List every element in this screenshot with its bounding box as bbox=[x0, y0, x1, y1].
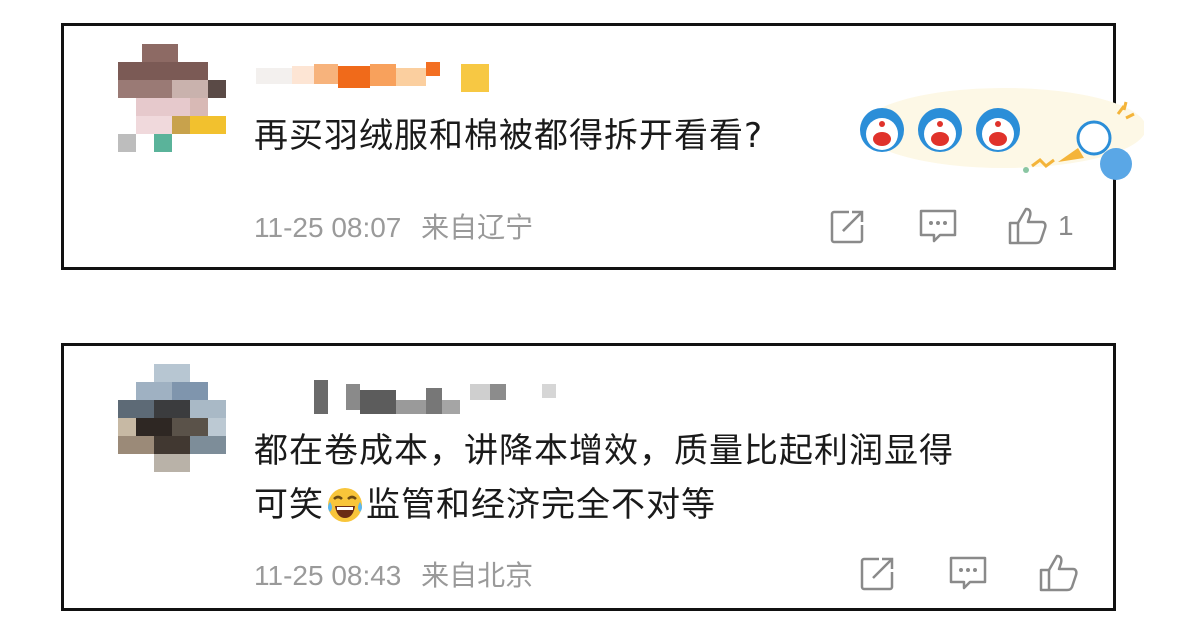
comment-icon bbox=[919, 209, 957, 243]
like-icon bbox=[1008, 207, 1047, 245]
comment-location: 来自辽宁 bbox=[421, 212, 534, 243]
comment-meta: 11-25 08:07 来自辽宁 bbox=[254, 206, 533, 246]
like-count: 1 bbox=[1058, 210, 1074, 241]
username-blurred[interactable] bbox=[256, 62, 516, 94]
comment-time: 11-25 08:43 bbox=[254, 560, 402, 591]
comment-actions: 1 bbox=[826, 204, 1074, 248]
like-button[interactable]: 1 bbox=[1006, 204, 1074, 248]
comment-actions bbox=[856, 551, 1080, 595]
share-icon bbox=[860, 556, 895, 591]
laugh-cry-emoji bbox=[326, 486, 364, 540]
like-icon bbox=[1039, 554, 1078, 592]
comment-time: 11-25 08:07 bbox=[254, 212, 402, 243]
comment-button[interactable] bbox=[916, 204, 960, 248]
comment-text: 再买羽绒服和棉被都得拆开看看? bbox=[254, 116, 764, 156]
comment-card: 都在卷成本，讲降本增效，质量比起利润显得 可笑 监管和经济完全不对等 11-25… bbox=[61, 343, 1116, 611]
username-blurred[interactable] bbox=[256, 380, 556, 414]
avatar[interactable] bbox=[118, 44, 226, 152]
avatar[interactable] bbox=[118, 364, 226, 472]
comment-card: 再买羽绒服和棉被都得拆开看看? 11-25 08:07 来自辽宁 1 bbox=[61, 23, 1146, 270]
comment-text-line1: 都在卷成本，讲降本增效，质量比起利润显得 bbox=[254, 431, 954, 471]
comment-button[interactable] bbox=[946, 551, 990, 595]
share-icon bbox=[830, 209, 865, 244]
comment-meta: 11-25 08:43 来自北京 bbox=[254, 554, 533, 594]
comment-location: 来自北京 bbox=[421, 560, 534, 591]
comment-icon bbox=[949, 556, 987, 590]
doraemon-megaphone-sticker bbox=[854, 84, 1146, 184]
comment-text: 都在卷成本，讲降本增效，质量比起利润显得 可笑 监管和经济完全不对等 bbox=[254, 424, 954, 540]
comment-text-part-b: 监管和经济完全不对等 bbox=[366, 485, 716, 525]
like-button[interactable] bbox=[1036, 551, 1080, 595]
comment-text-part-a: 可笑 bbox=[254, 485, 324, 525]
share-button[interactable] bbox=[856, 551, 900, 595]
comment-text-line2: 可笑 监管和经济完全不对等 bbox=[254, 478, 954, 540]
share-button[interactable] bbox=[826, 204, 870, 248]
